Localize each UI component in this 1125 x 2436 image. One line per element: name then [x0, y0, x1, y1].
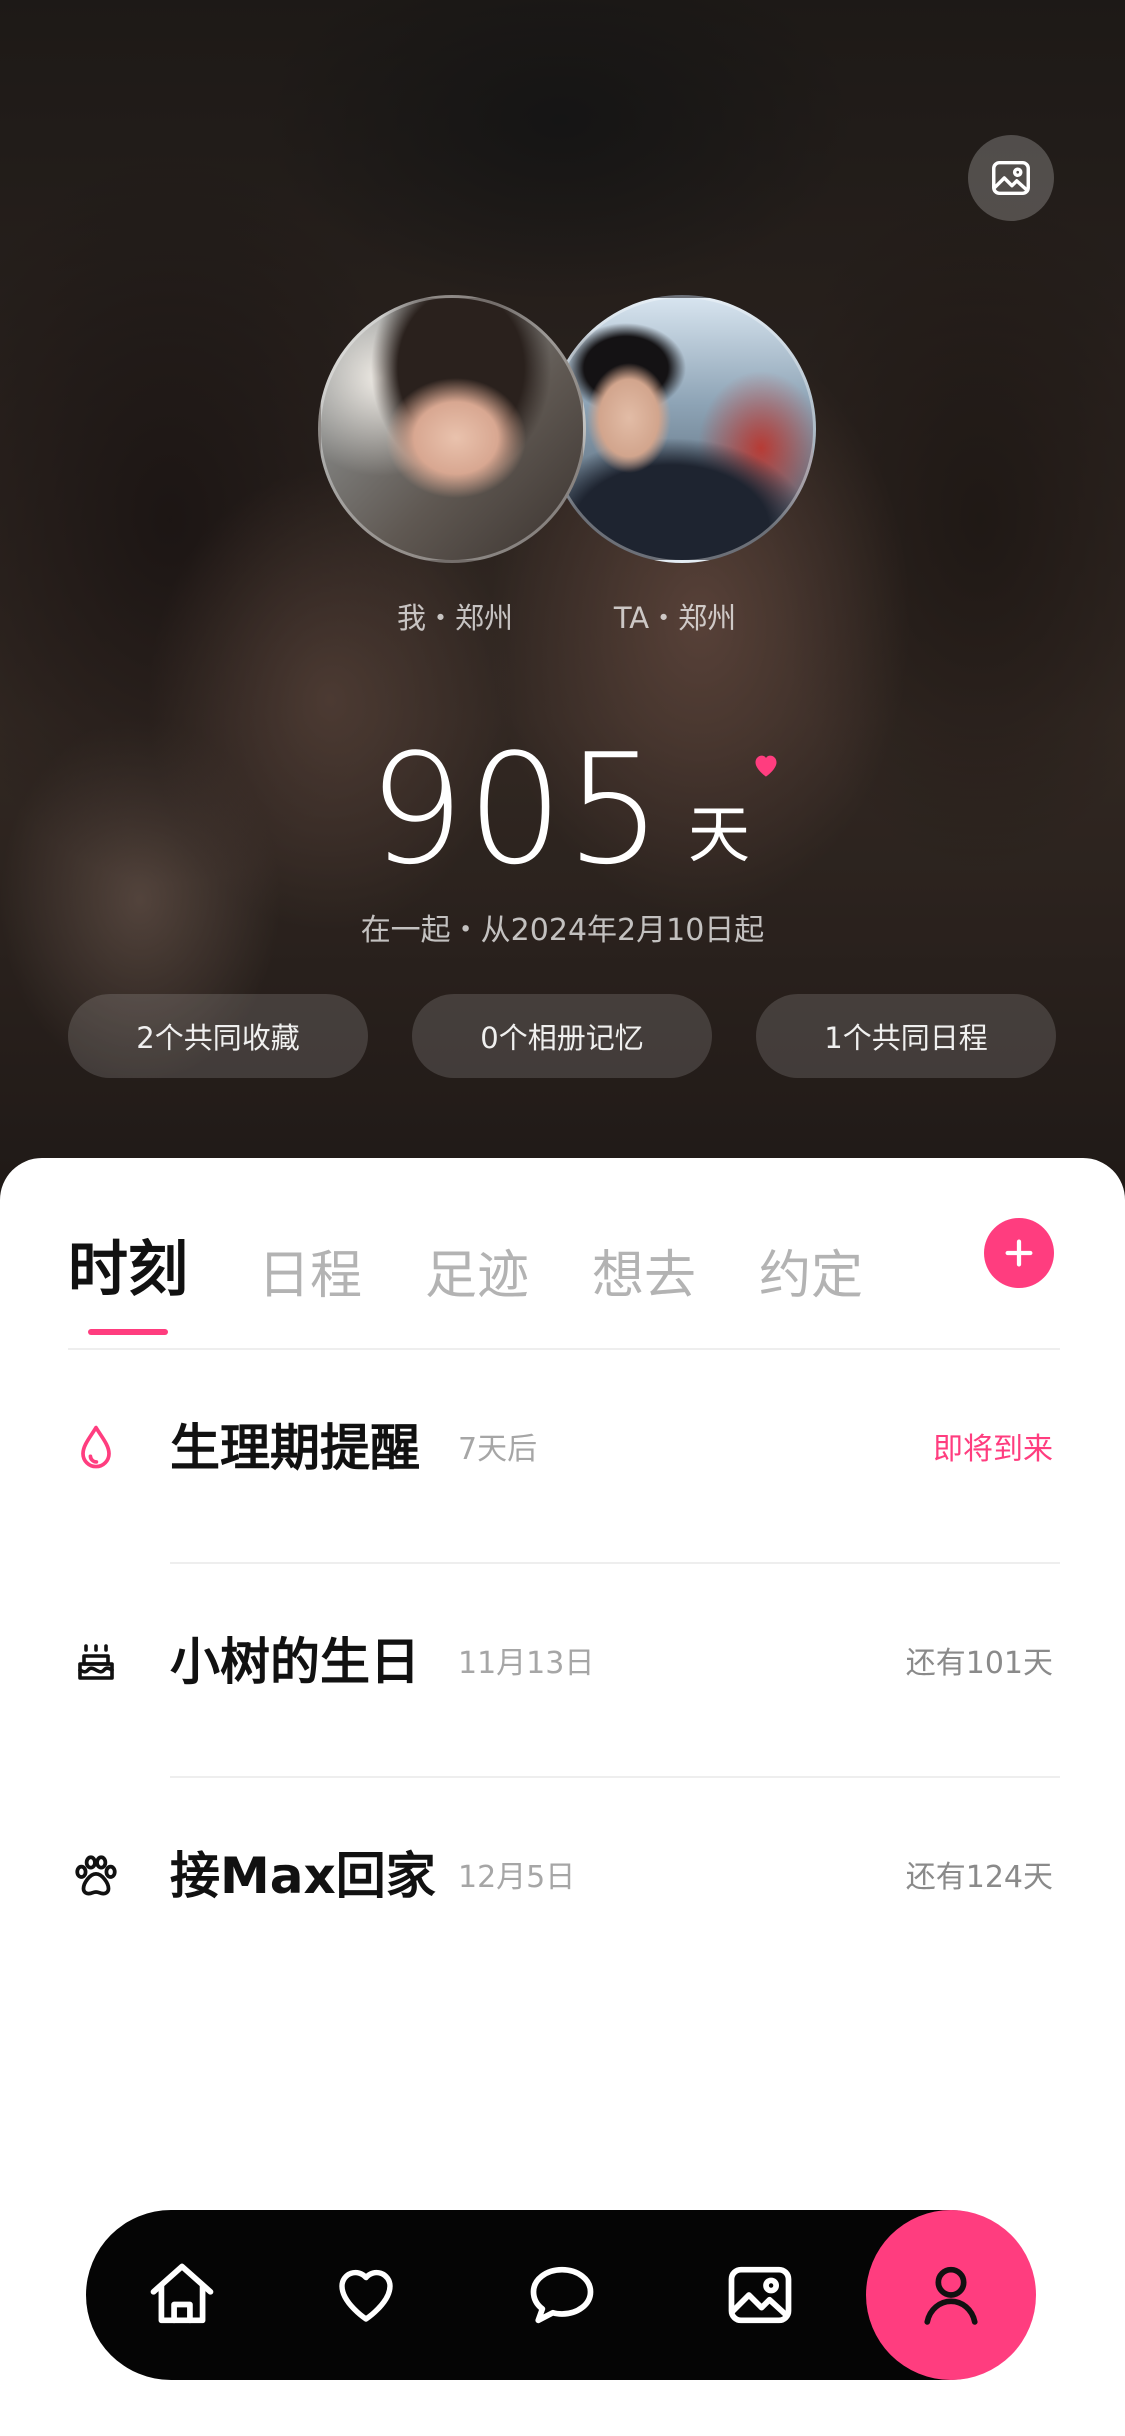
- heart-icon: [755, 755, 777, 777]
- nav-profile[interactable]: [866, 2210, 1036, 2380]
- shared-schedule-chip[interactable]: 1个共同日程: [756, 994, 1056, 1078]
- change-background-button[interactable]: [968, 135, 1054, 221]
- moment-status: 还有101天: [905, 1646, 1053, 1681]
- my-location-label: 我・郑州: [396, 601, 513, 635]
- couple-hero-banner: 我・郑州 TA・郑州 905 天 在一起・从2024年2月10日起 2个共同收藏…: [0, 0, 1125, 1200]
- chat-icon: [530, 2266, 594, 2324]
- tab-schedule[interactable]: 日程: [258, 1236, 362, 1316]
- list-item[interactable]: 小树的生日 11月13日 还有101天: [0, 1564, 1125, 1778]
- moment-status: 还有124天: [905, 1860, 1053, 1895]
- moment-title: 小树的生日: [170, 1633, 420, 1691]
- section-tabs: 时刻 日程 足迹 想去 约定: [68, 1230, 1058, 1335]
- home-icon: [150, 2263, 214, 2324]
- together-days-counter: 905 天: [0, 730, 1125, 890]
- moment-title: 接Max回家: [170, 1847, 436, 1905]
- active-tab-indicator: [88, 1329, 168, 1335]
- paw-icon: [68, 1848, 124, 1904]
- partner-avatar[interactable]: [548, 295, 816, 563]
- photo-icon: [728, 2266, 792, 2324]
- moment-date: 12月5日: [458, 1860, 576, 1895]
- days-count: 905: [368, 721, 665, 898]
- nav-home[interactable]: [132, 2245, 232, 2345]
- days-unit: 天: [688, 798, 751, 871]
- moment-title: 生理期提醒: [170, 1419, 420, 1477]
- tab-wishlist[interactable]: 想去: [592, 1236, 696, 1316]
- partner-location-label: TA・郑州: [613, 601, 737, 635]
- user-icon: [924, 2266, 978, 2325]
- drop-icon: [68, 1420, 124, 1476]
- nav-chat[interactable]: [512, 2245, 612, 2345]
- cake-icon: [68, 1634, 124, 1690]
- shared-favorites-chip[interactable]: 2个共同收藏: [68, 994, 368, 1078]
- add-moment-button[interactable]: [984, 1218, 1054, 1288]
- heart-icon: [339, 2269, 393, 2322]
- nav-love[interactable]: [316, 2245, 416, 2345]
- moment-status: 即将到来: [933, 1432, 1053, 1467]
- tab-promises[interactable]: 约定: [759, 1236, 863, 1316]
- together-since-text: 在一起・从2024年2月10日起: [360, 913, 765, 948]
- image-icon: [992, 160, 1030, 196]
- tab-footprints[interactable]: 足迹: [425, 1236, 529, 1316]
- album-memories-chip[interactable]: 0个相册记忆: [412, 994, 712, 1078]
- nav-album[interactable]: [710, 2245, 810, 2345]
- tab-moments[interactable]: 时刻: [68, 1230, 188, 1310]
- list-item[interactable]: 接Max回家 12月5日 还有124天: [0, 1778, 1125, 1992]
- my-avatar[interactable]: [318, 295, 586, 563]
- plus-icon: [1005, 1239, 1033, 1267]
- moment-date: 7天后: [458, 1432, 538, 1467]
- moment-date: 11月13日: [458, 1646, 595, 1681]
- list-item[interactable]: 生理期提醒 7天后 即将到来: [0, 1350, 1125, 1564]
- bottom-navigation: [86, 2210, 1036, 2380]
